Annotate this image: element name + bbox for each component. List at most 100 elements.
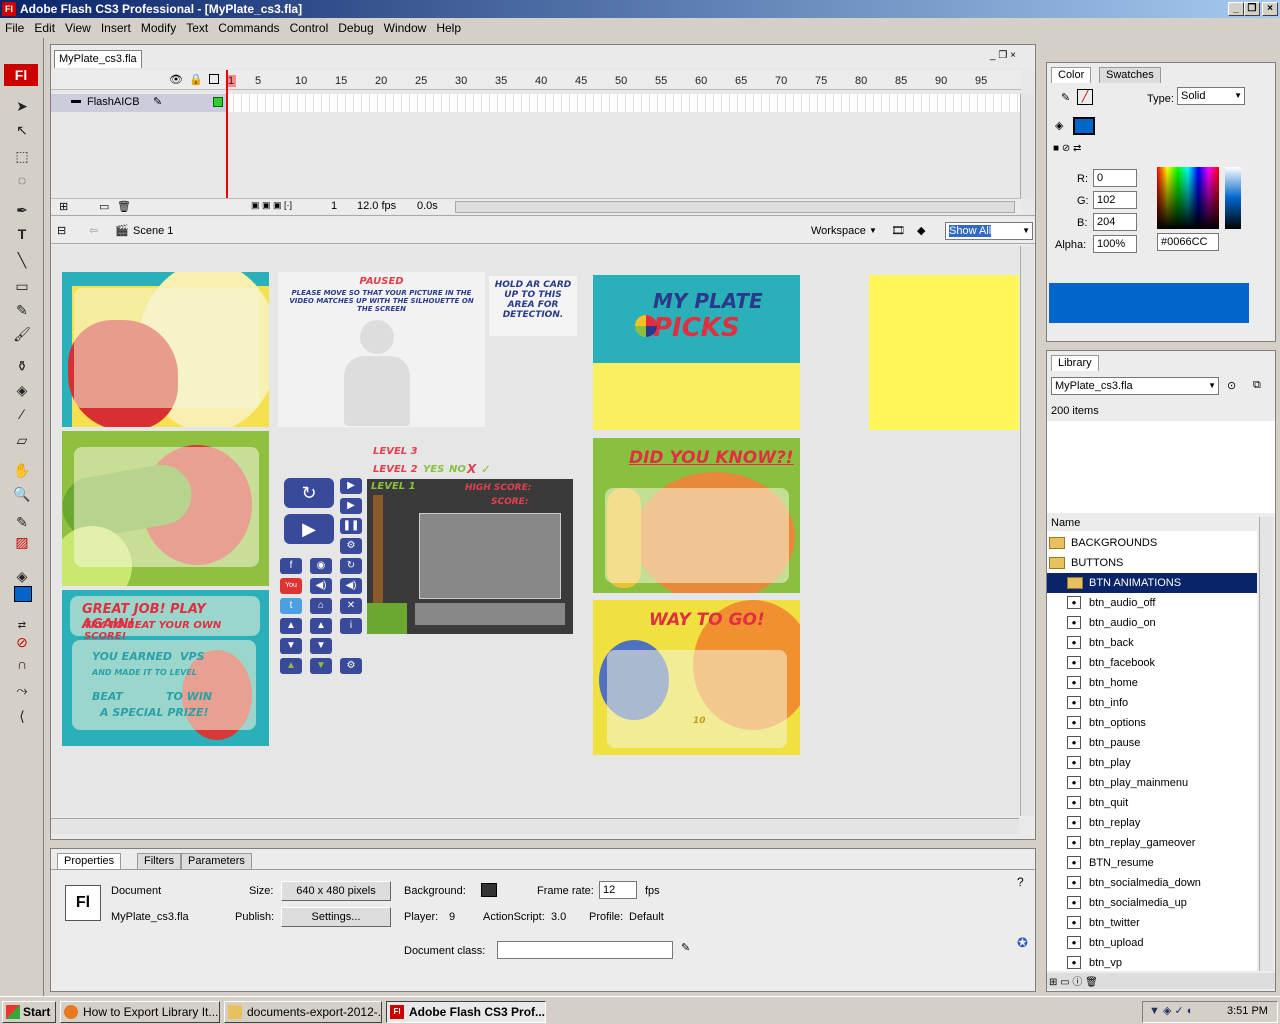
menu-edit[interactable]: Edit	[29, 18, 60, 38]
color-spectrum[interactable]	[1157, 167, 1219, 229]
text-tool-icon[interactable]: T	[12, 224, 32, 244]
library-item[interactable]: ● btn_upload	[1047, 933, 1257, 953]
brightness-slider[interactable]	[1225, 167, 1241, 229]
straighten-icon[interactable]: ⟨	[12, 706, 32, 726]
tab-properties[interactable]: Properties	[57, 853, 122, 869]
pencil-tool-icon[interactable]: ✎	[12, 300, 32, 320]
menu-file[interactable]: File	[0, 18, 29, 38]
workspace-arrow-icon[interactable]: ▼	[869, 218, 877, 244]
library-item[interactable]: ● btn_play	[1047, 753, 1257, 773]
selection-tool-icon[interactable]: ➤	[12, 96, 32, 116]
stroke-swatch[interactable]: ▨	[12, 532, 32, 552]
menu-modify[interactable]: Modify	[136, 18, 181, 38]
insert-folder-icon[interactable]: ▭	[99, 200, 109, 213]
tray-icons[interactable]: ▼ ◈ ✓ ◐	[1149, 1004, 1193, 1017]
timeline-vscrollbar[interactable]	[1020, 94, 1034, 198]
snap-magnet-icon[interactable]: ∩	[12, 654, 32, 674]
fill-color-swatch[interactable]	[1073, 117, 1095, 135]
alpha-input[interactable]: 100%	[1093, 235, 1137, 253]
stage-vscrollbar[interactable]	[1020, 246, 1034, 816]
workspace-menu[interactable]: Workspace	[811, 218, 866, 244]
help-icon[interactable]: ?	[1017, 875, 1024, 889]
restore-button[interactable]: ❐	[1244, 2, 1260, 16]
library-item[interactable]: ● btn_info	[1047, 693, 1257, 713]
r-input[interactable]: 0	[1093, 169, 1137, 187]
paint-bucket-tool-icon[interactable]: ◈	[12, 380, 32, 400]
menu-view[interactable]: View	[60, 18, 96, 38]
menu-insert[interactable]: Insert	[96, 18, 136, 38]
library-vscrollbar[interactable]	[1259, 517, 1273, 971]
library-item[interactable]: ● btn_audio_off	[1047, 593, 1257, 613]
library-item[interactable]: ● btn_socialmedia_up	[1047, 893, 1257, 913]
menu-debug[interactable]: Debug	[333, 18, 378, 38]
menu-text[interactable]: Text	[181, 18, 213, 38]
zoom-select[interactable]: Show All ▼	[945, 222, 1033, 240]
fill-bucket-icon[interactable]: ◈	[1055, 119, 1063, 132]
library-item[interactable]: ● btn_audio_on	[1047, 613, 1257, 633]
library-item[interactable]: ● btn_replay	[1047, 813, 1257, 833]
fill-bucket-icon[interactable]: ◈	[12, 566, 32, 586]
accessibility-icon[interactable]: ✪	[1017, 935, 1028, 951]
size-button[interactable]: 640 x 480 pixels	[281, 881, 391, 901]
menu-help[interactable]: Help	[431, 18, 466, 38]
library-item[interactable]: ● btn_options	[1047, 713, 1257, 733]
menu-control[interactable]: Control	[285, 18, 334, 38]
rectangle-tool-icon[interactable]: ▭	[12, 276, 32, 296]
library-item[interactable]: ● btn_play_mainmenu	[1047, 773, 1257, 793]
lock-icon[interactable]: 🔒	[189, 73, 203, 86]
taskbar-item-folder[interactable]: documents-export-2012-...	[224, 1001, 382, 1023]
tab-filters[interactable]: Filters	[137, 853, 181, 869]
minimize-button[interactable]: _	[1228, 2, 1244, 16]
edit-symbol-icon[interactable]: ◆	[917, 218, 925, 244]
layer-color-icon[interactable]	[213, 97, 223, 107]
smooth-icon[interactable]: ⤳	[12, 680, 32, 700]
background-color-swatch[interactable]	[481, 883, 497, 897]
eraser-tool-icon[interactable]: ▱	[12, 430, 32, 450]
back-arrow-icon[interactable]: ⇦	[89, 218, 98, 244]
stage[interactable]: GREAT JOB! PLAY AGAIN! TRY TO BEAT YOUR …	[51, 246, 1019, 816]
outline-icon[interactable]	[209, 74, 219, 84]
insert-layer-icon[interactable]: ⊞	[59, 200, 68, 213]
docclass-input[interactable]	[497, 941, 673, 959]
taskbar-item-flash[interactable]: Fl Adobe Flash CS3 Prof...	[386, 1001, 546, 1023]
subselection-tool-icon[interactable]: ↖	[12, 120, 32, 140]
no-color-icon[interactable]: ⊘	[12, 632, 32, 652]
library-doc-select[interactable]: MyPlate_cs3.fla ▼	[1051, 377, 1219, 395]
g-input[interactable]: 102	[1093, 191, 1137, 209]
hand-tool-icon[interactable]: ✋	[12, 460, 32, 480]
tab-parameters[interactable]: Parameters	[181, 853, 252, 869]
stroke-none-icon[interactable]: ╱	[1077, 89, 1093, 105]
pin-icon[interactable]: ⊙	[1227, 379, 1236, 392]
free-transform-tool-icon[interactable]: ⬚	[12, 146, 32, 166]
document-tab[interactable]: MyPlate_cs3.fla	[54, 50, 142, 68]
lasso-tool-icon[interactable]: ◌	[12, 170, 32, 190]
scene-name[interactable]: Scene 1	[133, 218, 173, 244]
delete-layer-icon[interactable]: 🗑	[117, 200, 131, 213]
new-symbol-icon[interactable]: ⊞ ▭ ⓘ 🗑	[1049, 973, 1098, 988]
ink-bottle-tool-icon[interactable]: ⚱	[12, 356, 32, 376]
library-item[interactable]: ● btn_back	[1047, 633, 1257, 653]
default-colors-icon[interactable]: ■ ⊘ ⇄	[1053, 143, 1081, 154]
library-item[interactable]: ● btn_pause	[1047, 733, 1257, 753]
eye-icon[interactable]: 👁	[169, 73, 183, 86]
framerate-input[interactable]: 12	[599, 881, 637, 899]
type-select[interactable]: Solid ▼	[1177, 87, 1245, 105]
fill-swatch[interactable]	[14, 586, 32, 602]
doc-window-controls[interactable]: _ ❐ ×	[990, 50, 1016, 61]
onion-skin-icons[interactable]: ▣ ▣ ▣ [·]	[251, 200, 292, 211]
stroke-color-icon[interactable]: ✎	[12, 512, 32, 532]
library-item[interactable]: ● btn_replay_gameover	[1047, 833, 1257, 853]
menu-window[interactable]: Window	[379, 18, 432, 38]
tab-swatches[interactable]: Swatches	[1099, 67, 1161, 83]
pencil-icon[interactable]: ✎	[681, 941, 690, 954]
zoom-tool-icon[interactable]: 🔍	[12, 484, 32, 504]
playhead[interactable]	[226, 70, 228, 210]
frame-cells[interactable]	[226, 94, 1021, 112]
timeline-hscrollbar[interactable]	[455, 201, 1015, 213]
tab-color[interactable]: Color	[1051, 67, 1092, 83]
layer-name[interactable]: FlashAICB	[87, 96, 140, 108]
library-item[interactable]: ● btn_socialmedia_down	[1047, 873, 1257, 893]
name-column-header[interactable]: Name	[1051, 517, 1080, 529]
library-item[interactable]: ● btn_twitter	[1047, 913, 1257, 933]
eyedropper-tool-icon[interactable]: ⁄	[12, 404, 32, 424]
